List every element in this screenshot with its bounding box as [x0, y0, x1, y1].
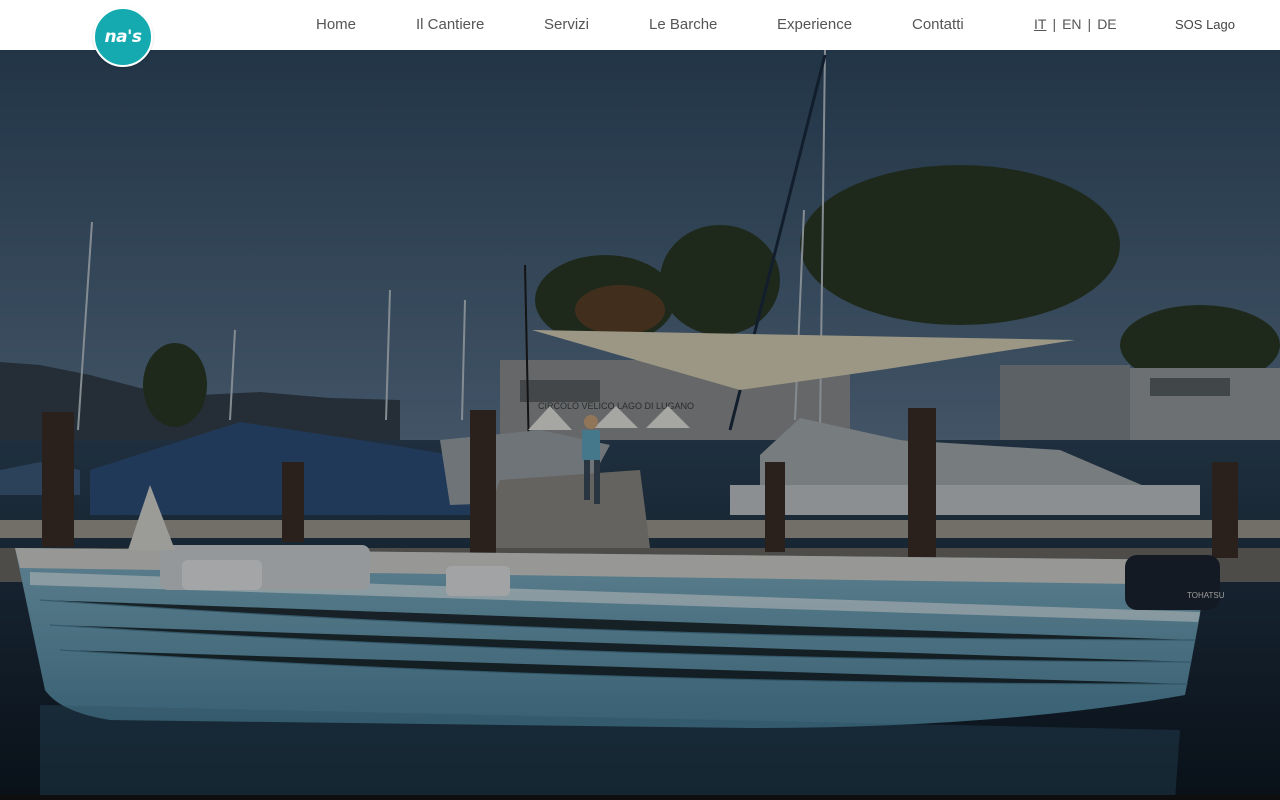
- nav-le-barche[interactable]: Le Barche: [649, 16, 717, 33]
- hero-section: CIRCOLO VELICO LAGO DI LUGANO TOHATSU: [0, 50, 1280, 800]
- lang-separator: |: [1087, 16, 1092, 32]
- nav-il-cantiere[interactable]: Il Cantiere: [416, 16, 484, 33]
- hero-photo: CIRCOLO VELICO LAGO DI LUGANO TOHATSU: [0, 50, 1280, 800]
- nav-servizi[interactable]: Servizi: [544, 16, 589, 33]
- nav-home[interactable]: Home: [316, 16, 356, 33]
- lang-separator: |: [1052, 16, 1057, 32]
- site-header: na's Home Il Cantiere Servizi Le Barche …: [0, 0, 1280, 67]
- sos-lago-link[interactable]: SOS Lago: [1175, 17, 1235, 32]
- bottom-edge: [0, 795, 1280, 800]
- nav-experience[interactable]: Experience: [777, 16, 852, 33]
- lang-de[interactable]: DE: [1097, 16, 1116, 32]
- lang-it[interactable]: IT: [1034, 16, 1046, 32]
- language-switcher: IT | EN | DE: [1034, 16, 1117, 32]
- nav-contatti[interactable]: Contatti: [912, 16, 964, 33]
- nas-logo[interactable]: na's: [93, 7, 153, 67]
- logo-text: na's: [104, 27, 142, 47]
- lang-en[interactable]: EN: [1062, 16, 1081, 32]
